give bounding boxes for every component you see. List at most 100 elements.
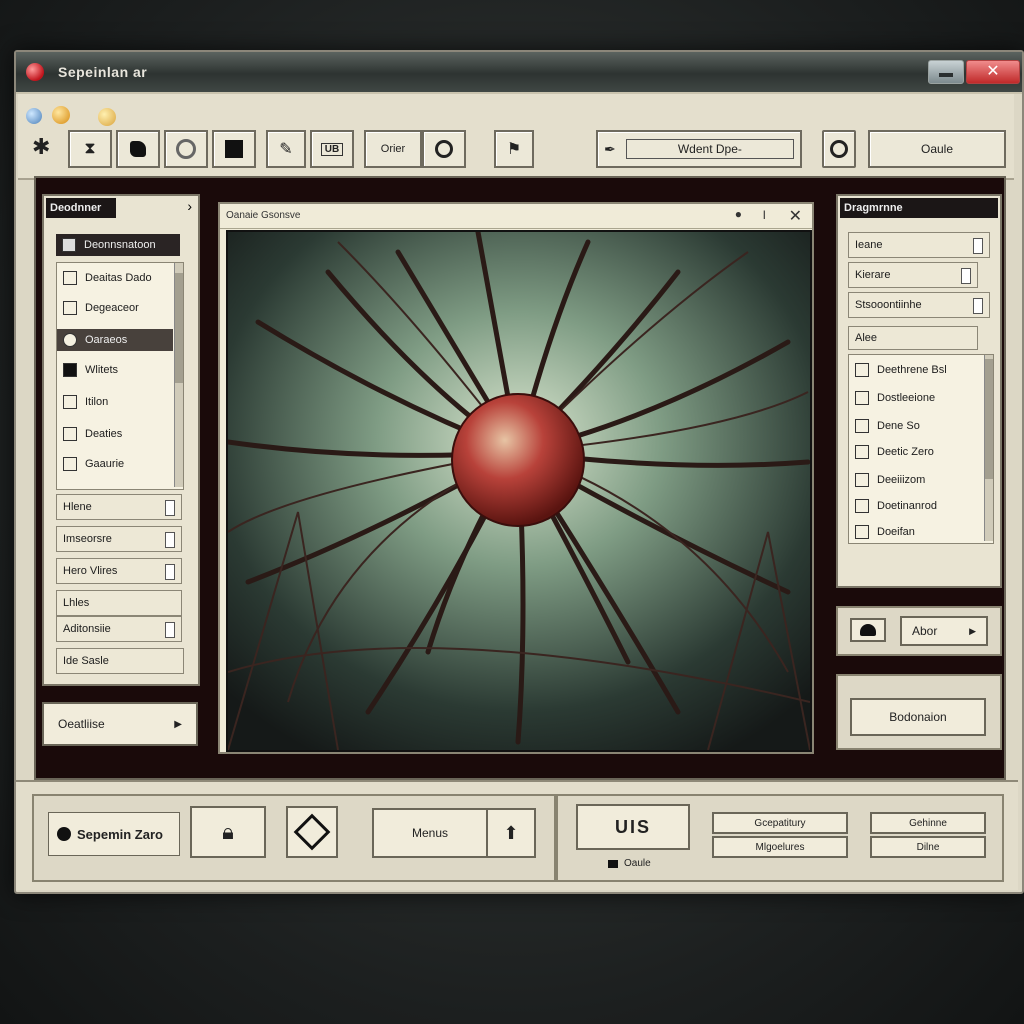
option-checkbox[interactable]	[165, 622, 175, 638]
property-field[interactable]: Ieane	[848, 232, 990, 258]
list-item[interactable]: Deaties	[63, 427, 122, 441]
list-item-highlighted[interactable]: Oaraeos	[57, 329, 173, 351]
right-panel-header: Dragmrnne	[840, 198, 998, 218]
circle-icon	[63, 333, 77, 347]
yellow-orb-icon[interactable]	[98, 108, 116, 126]
field-checkbox[interactable]	[973, 238, 983, 254]
list-item[interactable]: Deethrene Bsl	[855, 363, 947, 377]
tool-hourglass-button[interactable]: ⧗	[68, 130, 112, 168]
list-item[interactable]: Degeaceor	[63, 301, 139, 315]
right-list: Deethrene Bsl Dostleeione Dene So Deetic…	[848, 354, 994, 544]
tool-ub-button[interactable]: UB	[310, 130, 354, 168]
window-title: Sepeinlan ar	[58, 64, 148, 80]
tool-shape-button[interactable]	[116, 130, 160, 168]
grid-icon	[63, 395, 77, 409]
left-list-scrollbar[interactable]	[174, 263, 183, 487]
bottom-left-group: Sepemin Zaro 🔒︎ Menus ⬆	[32, 794, 556, 882]
option-row[interactable]: Hlene	[56, 494, 182, 520]
oaule-caption: Oaule	[608, 858, 651, 869]
list-item[interactable]: Deaitas Dado	[63, 271, 152, 285]
grid-icon	[63, 301, 77, 315]
field-checkbox[interactable]	[961, 268, 971, 284]
option-row[interactable]: Imseorsre	[56, 526, 182, 552]
circle-icon	[176, 139, 196, 159]
option-row[interactable]: Ide Sasle	[56, 648, 184, 674]
list-header: Alee	[848, 326, 978, 350]
orange-orb-icon[interactable]	[52, 106, 70, 124]
lock-icon: 🔒︎	[222, 819, 234, 844]
canvas-dot-button[interactable]: ●	[735, 207, 742, 221]
orier-button[interactable]: Orier	[364, 130, 422, 168]
list-item[interactable]: Wlitets	[63, 363, 118, 377]
canvas-header[interactable]: Oanaie Gsonsve ● I ✕	[220, 204, 812, 229]
uis-button[interactable]: UIS	[576, 804, 690, 850]
app-window: Sepeinlan ar ✕ ✱ ⧗ ✎ UB Orier ⚑ ✒ Wdent …	[14, 50, 1024, 894]
blue-orb-icon[interactable]	[26, 108, 42, 124]
feather-icon: ✒	[604, 140, 616, 157]
left-panel-selected[interactable]: Deonnsnatoon	[56, 234, 180, 256]
gear-icon[interactable]: ✱	[32, 134, 50, 160]
tool-circle-button[interactable]	[164, 130, 208, 168]
selected-label: Deonnsnatoon	[84, 239, 156, 251]
panel-collapse-icon[interactable]: ›	[187, 198, 192, 214]
tool-pen-button[interactable]: ✎	[266, 130, 306, 168]
mlgoelures-button[interactable]: Mlgoelures	[712, 836, 848, 858]
list-item[interactable]: Doetinanrod	[855, 499, 937, 513]
close-button[interactable]: ✕	[966, 60, 1020, 84]
canvas-close-button[interactable]: ✕	[789, 206, 802, 226]
canvas-title: Oanaie Gsonsve	[226, 210, 301, 221]
right-primary-group: Bodonaion	[836, 674, 1002, 750]
app-icon	[26, 63, 44, 81]
tool-square-button[interactable]	[212, 130, 256, 168]
option-checkbox[interactable]	[165, 500, 175, 516]
canvas-bar-button[interactable]: I	[763, 208, 766, 222]
title-bar[interactable]: Sepeinlan ar ✕	[16, 52, 1022, 94]
lock-button[interactable]: 🔒︎	[190, 806, 266, 858]
list-item[interactable]: Dene So	[855, 419, 920, 433]
artwork-canvas[interactable]	[226, 230, 812, 752]
menus-dropdown-button[interactable]: ⬆	[486, 808, 536, 858]
brand-button[interactable]: Sepemin Zaro	[48, 812, 180, 856]
record-button[interactable]	[822, 130, 856, 168]
option-row[interactable]: Lhles	[56, 590, 182, 616]
list-item[interactable]: Gaaurie	[63, 457, 124, 471]
bodonaion-button[interactable]: Bodonaion	[850, 698, 986, 736]
abor-button[interactable]: Abor ▶	[900, 616, 988, 646]
left-panel-header: Deodnner	[46, 198, 116, 218]
property-field[interactable]: Kierare	[848, 262, 978, 288]
scroll-thumb[interactable]	[175, 273, 183, 383]
option-row[interactable]: Aditonsiie	[56, 616, 182, 642]
image-icon	[63, 457, 77, 471]
tool-search-button[interactable]	[422, 130, 466, 168]
gcepatitury-button[interactable]: Gcepatitury	[712, 812, 848, 834]
diamond-button[interactable]	[286, 806, 338, 858]
field-checkbox[interactable]	[973, 298, 983, 314]
option-checkbox[interactable]	[165, 532, 175, 548]
document-icon	[62, 238, 76, 252]
option-row[interactable]: Hero Vlires	[56, 558, 182, 584]
right-list-scrollbar[interactable]	[984, 355, 993, 541]
document-icon	[855, 445, 869, 459]
dilne-button[interactable]: Dilne	[870, 836, 986, 858]
oaule-button[interactable]: Oaule	[868, 130, 1006, 168]
list-item[interactable]: Itilon	[63, 395, 108, 409]
list-item[interactable]: Deetic Zero	[855, 445, 934, 459]
square-icon	[225, 140, 243, 158]
search-icon	[435, 140, 453, 158]
diamond-icon	[293, 813, 331, 851]
tool-flag-button[interactable]: ⚑	[494, 130, 534, 168]
oeatliise-button[interactable]: Oeatliise ▶	[42, 702, 198, 746]
option-checkbox[interactable]	[165, 564, 175, 580]
list-item[interactable]: Doeifan	[855, 525, 915, 539]
property-field[interactable]: Stsooontiinhe	[848, 292, 990, 318]
bottom-bar: Sepemin Zaro 🔒︎ Menus ⬆ UIS Oaule Gcepat…	[16, 780, 1018, 890]
blob-button[interactable]	[850, 618, 886, 642]
minimize-button[interactable]	[928, 60, 964, 84]
menus-button[interactable]: Menus	[372, 808, 488, 858]
list-item[interactable]: Deeiiizom	[855, 473, 925, 487]
search-field[interactable]: ✒ Wdent Dpe-	[596, 130, 802, 168]
gehinne-button[interactable]: Gehinne	[870, 812, 986, 834]
scroll-thumb[interactable]	[985, 359, 993, 479]
hourglass-icon: ⧗	[84, 140, 96, 157]
list-item[interactable]: Dostleeione	[855, 391, 935, 405]
